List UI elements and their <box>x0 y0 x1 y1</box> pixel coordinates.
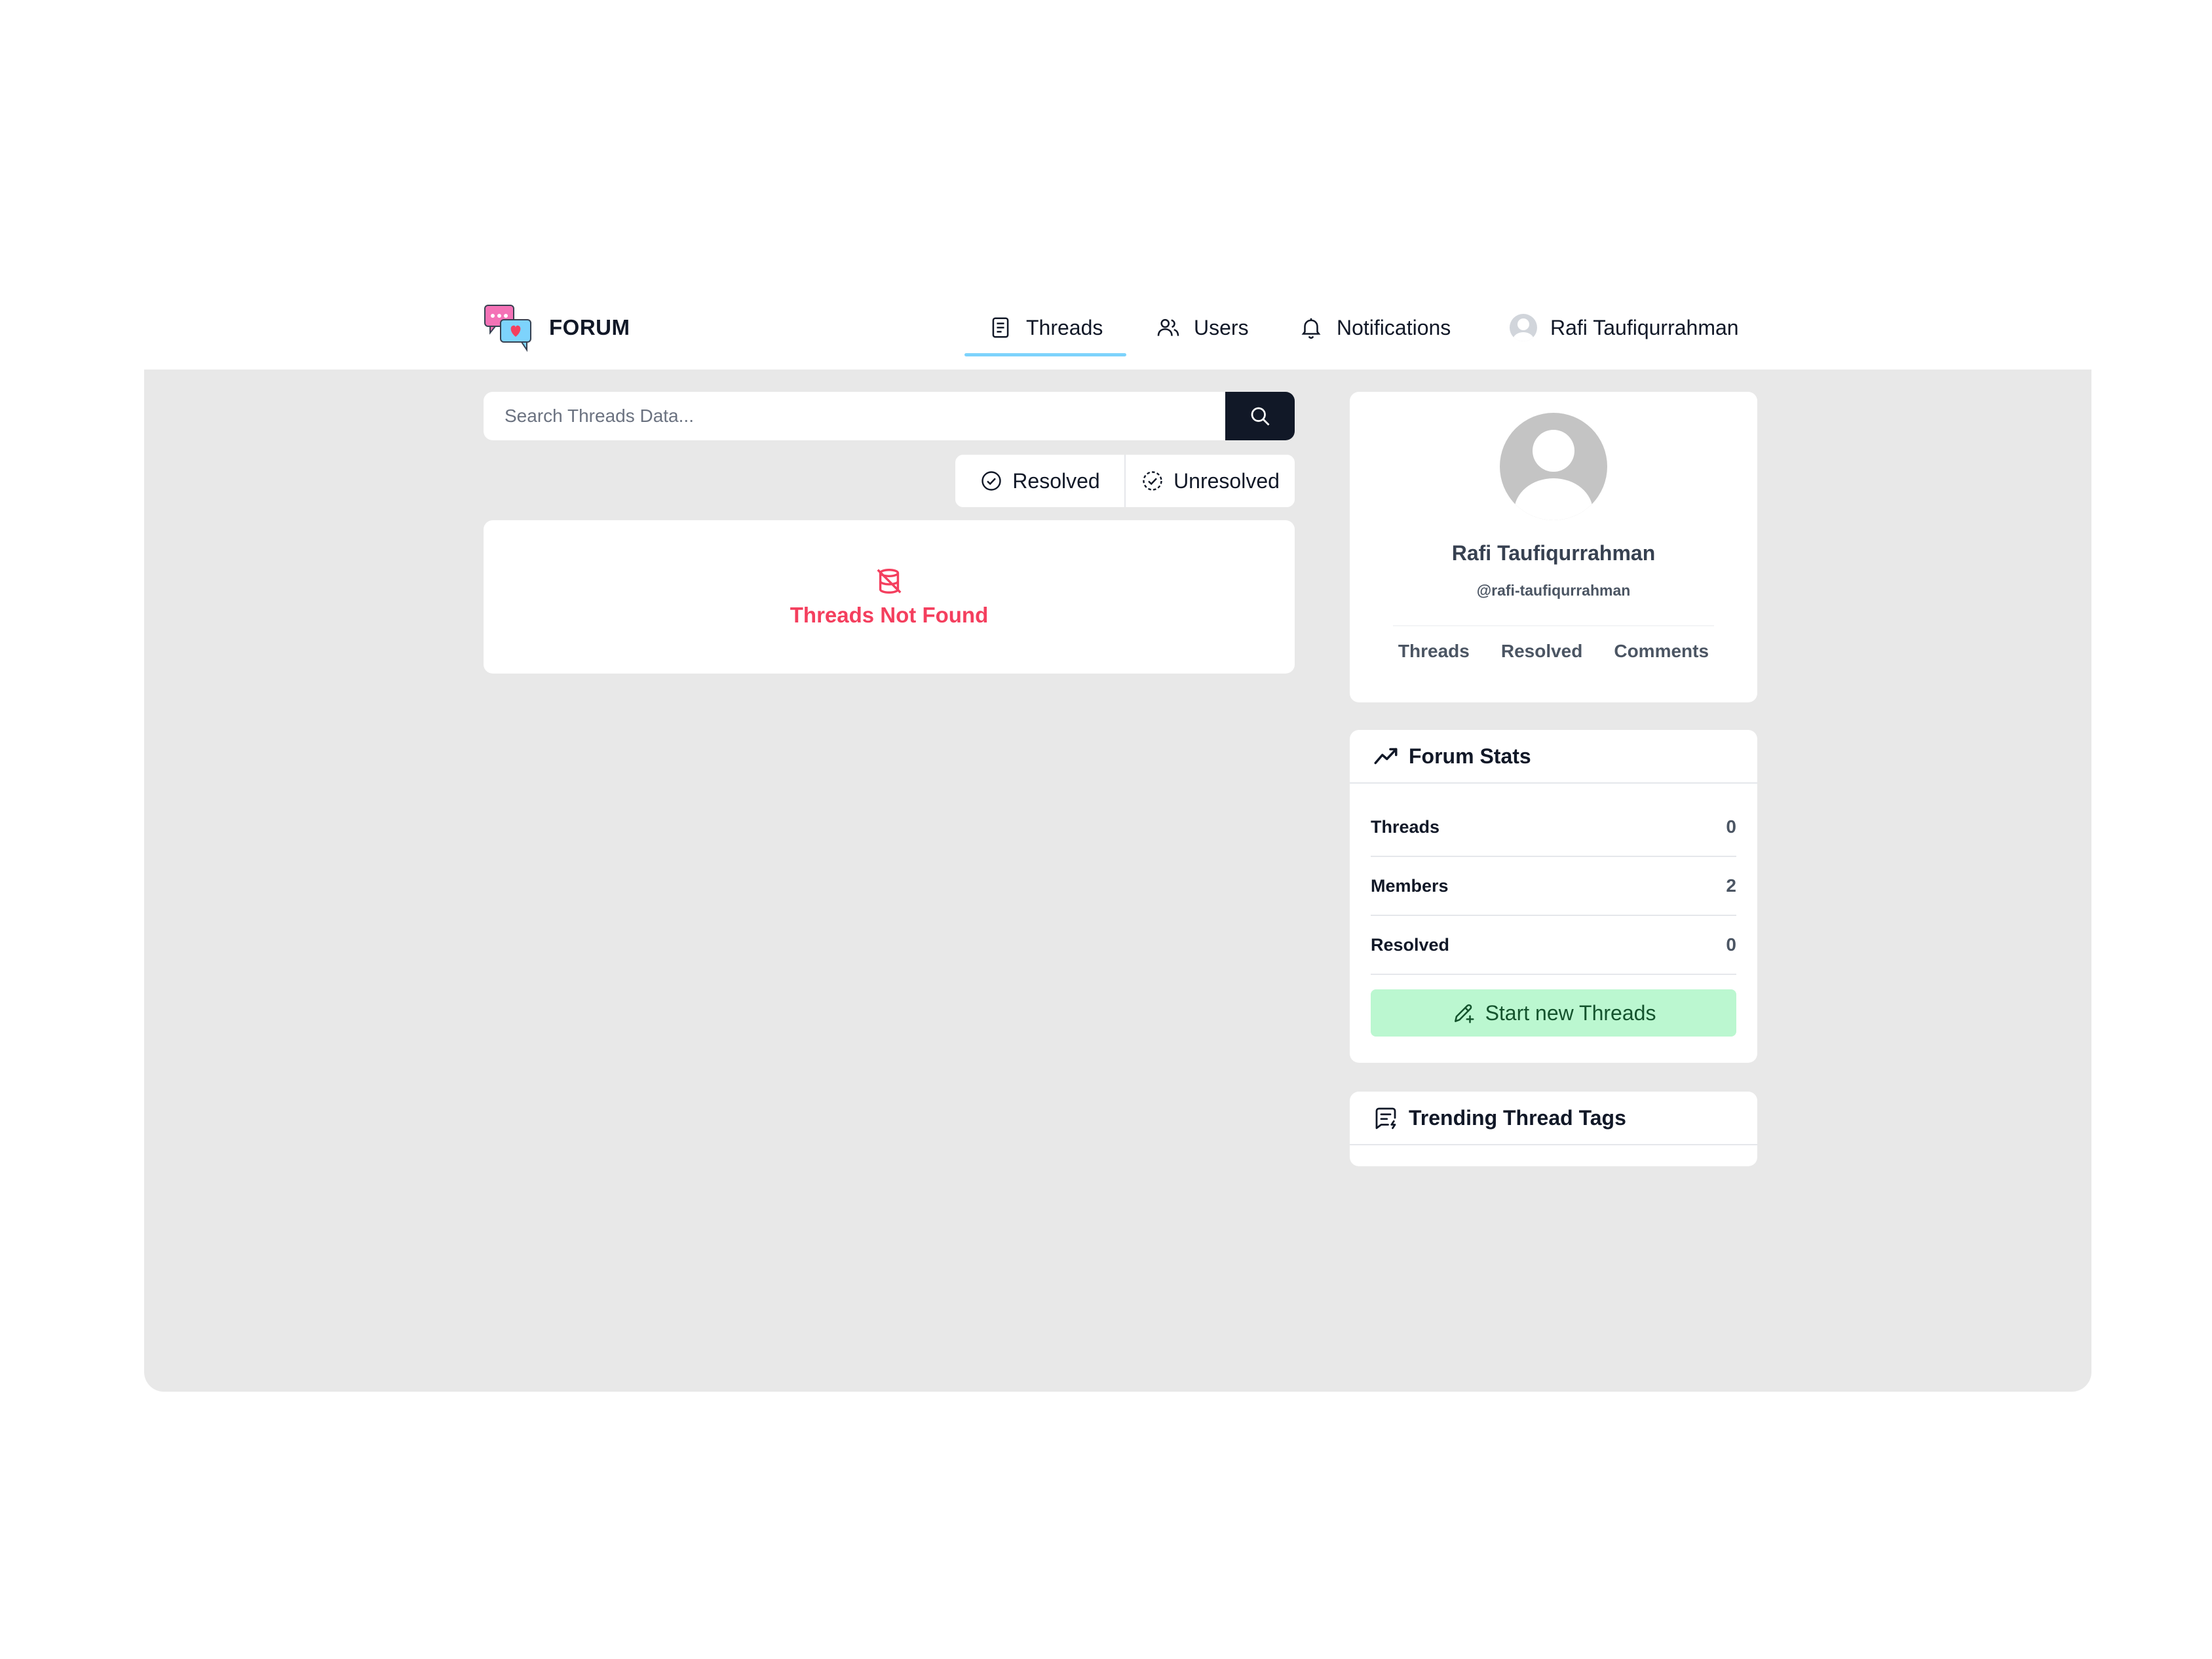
message-bolt-icon <box>1375 1107 1396 1130</box>
page: FORUM Threads Users Notifications Rafi T… <box>0 0 2212 1659</box>
threads-empty-state: Threads Not Found <box>484 520 1295 674</box>
threads-empty-message: Threads Not Found <box>790 603 989 627</box>
stat-label: Members <box>1371 875 1449 896</box>
filter-resolved-label: Resolved <box>1012 468 1100 493</box>
trending-tags-header: Trending Thread Tags <box>1350 1092 1757 1145</box>
profile-avatar <box>1500 413 1607 520</box>
filter-resolved-button[interactable]: Resolved <box>955 455 1124 507</box>
forum-stats-title: Forum Stats <box>1409 744 1531 768</box>
nav-users-label: Users <box>1194 315 1249 339</box>
nav-profile-label: Rafi Taufiqurrahman <box>1550 315 1739 339</box>
users-icon <box>1157 318 1179 336</box>
bell-icon <box>1301 318 1321 339</box>
start-new-thread-button[interactable]: Start new Threads <box>1371 989 1736 1037</box>
nav-profile[interactable]: Rafi Taufiqurrahman <box>1510 301 1739 354</box>
profile-card: Rafi Taufiqurrahman @rafi-taufiqurrahman… <box>1350 392 1757 702</box>
trending-up-icon <box>1374 748 1398 765</box>
avatar <box>1510 314 1537 341</box>
trending-tags-card: Trending Thread Tags <box>1350 1092 1757 1166</box>
filter-unresolved-button[interactable]: Unresolved <box>1126 455 1295 507</box>
profile-tabs: Threads Resolved Comments <box>1350 641 1757 662</box>
search-bar <box>484 392 1295 440</box>
stat-value: 2 <box>1726 875 1736 896</box>
profile-tab-comments[interactable]: Comments <box>1614 641 1709 662</box>
top-nav: Threads Users Notifications Rafi Taufiqu… <box>0 301 2212 356</box>
stat-value: 0 <box>1726 816 1736 837</box>
stat-value: 0 <box>1726 934 1736 955</box>
forum-stats-header: Forum Stats <box>1350 730 1757 784</box>
stat-label: Threads <box>1371 816 1440 837</box>
dashed-check-circle-icon <box>1143 471 1162 491</box>
stat-row-resolved: Resolved 0 <box>1371 916 1736 975</box>
profile-divider <box>1393 625 1714 626</box>
stat-label: Resolved <box>1371 934 1450 955</box>
search-button[interactable] <box>1225 392 1295 440</box>
filter-unresolved-label: Unresolved <box>1173 468 1280 493</box>
profile-handle: @rafi-taufiqurrahman <box>1476 582 1631 599</box>
nav-threads-label: Threads <box>1026 315 1103 339</box>
search-input[interactable] <box>484 392 1225 440</box>
profile-tab-resolved[interactable]: Resolved <box>1501 641 1583 662</box>
forum-stats-card: Forum Stats Threads 0 Members 2 Resolved… <box>1350 730 1757 1063</box>
start-new-thread-label: Start new Threads <box>1485 1001 1656 1025</box>
database-off-icon <box>877 569 902 594</box>
trending-tags-title: Trending Thread Tags <box>1409 1105 1626 1130</box>
profile-name: Rafi Taufiqurrahman <box>1451 541 1656 565</box>
search-icon <box>1251 407 1270 426</box>
edit-plus-icon <box>1454 1004 1474 1023</box>
nav-users[interactable]: Users <box>1156 301 1249 354</box>
status-filter: Resolved Unresolved <box>955 455 1295 507</box>
nav-notifications-label: Notifications <box>1337 315 1451 339</box>
nav-notifications[interactable]: Notifications <box>1299 301 1451 354</box>
stat-row-members: Members 2 <box>1371 857 1736 916</box>
document-icon <box>992 317 1009 338</box>
stat-row-threads: Threads 0 <box>1371 798 1736 857</box>
nav-threads[interactable]: Threads <box>964 301 1127 356</box>
check-circle-icon <box>982 471 1001 491</box>
profile-tab-threads[interactable]: Threads <box>1398 641 1470 662</box>
